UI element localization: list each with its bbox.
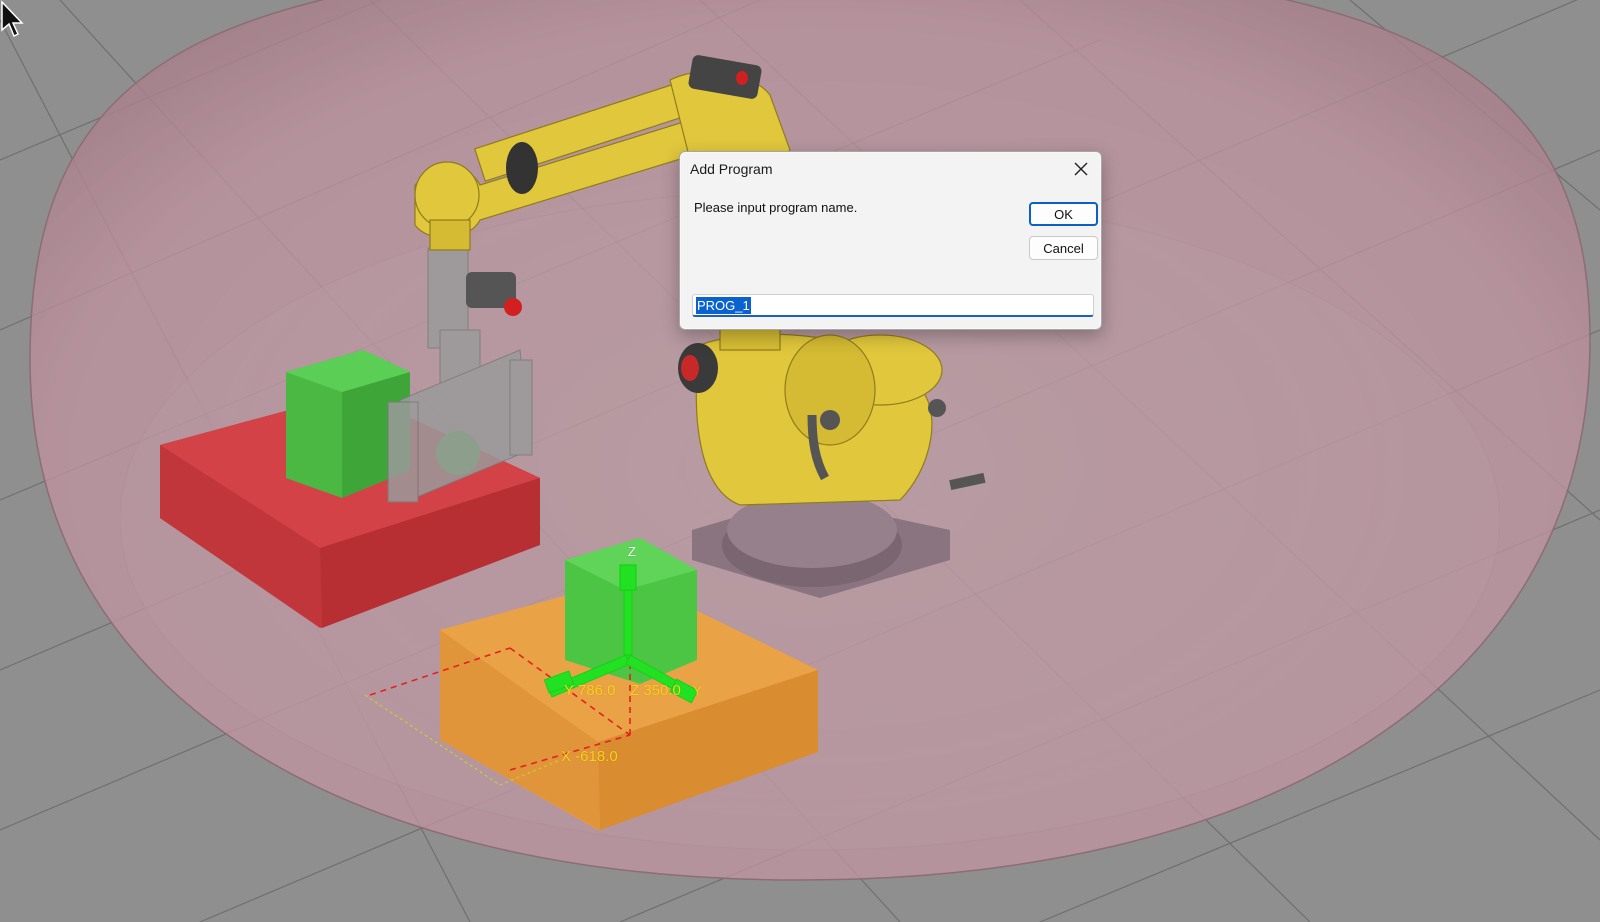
triad-y-label: Y — [693, 683, 702, 698]
triad-z-label: Z — [628, 544, 636, 559]
scene-graphics — [0, 0, 1600, 922]
x-coordinate-label: X -618.0 — [561, 748, 618, 765]
close-icon — [1074, 162, 1088, 176]
program-name-value: PROG_1 — [696, 297, 751, 314]
z-coordinate-label: Z 350.0 — [630, 682, 681, 699]
add-program-dialog: Add Program Please input program name. O… — [679, 151, 1102, 330]
ok-button[interactable]: OK — [1029, 202, 1098, 226]
dialog-title: Add Program — [690, 161, 773, 177]
y-coordinate-label: Y 786.0 — [564, 682, 616, 699]
program-name-input[interactable]: PROG_1 — [692, 294, 1094, 317]
mouse-pointer-icon — [1, 0, 24, 38]
cancel-button[interactable]: Cancel — [1029, 236, 1098, 260]
close-button[interactable] — [1067, 156, 1095, 182]
dialog-prompt: Please input program name. — [694, 200, 858, 215]
dialog-titlebar[interactable]: Add Program — [680, 152, 1101, 186]
3d-viewport[interactable]: Y 786.0 Z 350.0 X -618.0 Z Y — [0, 0, 1600, 922]
